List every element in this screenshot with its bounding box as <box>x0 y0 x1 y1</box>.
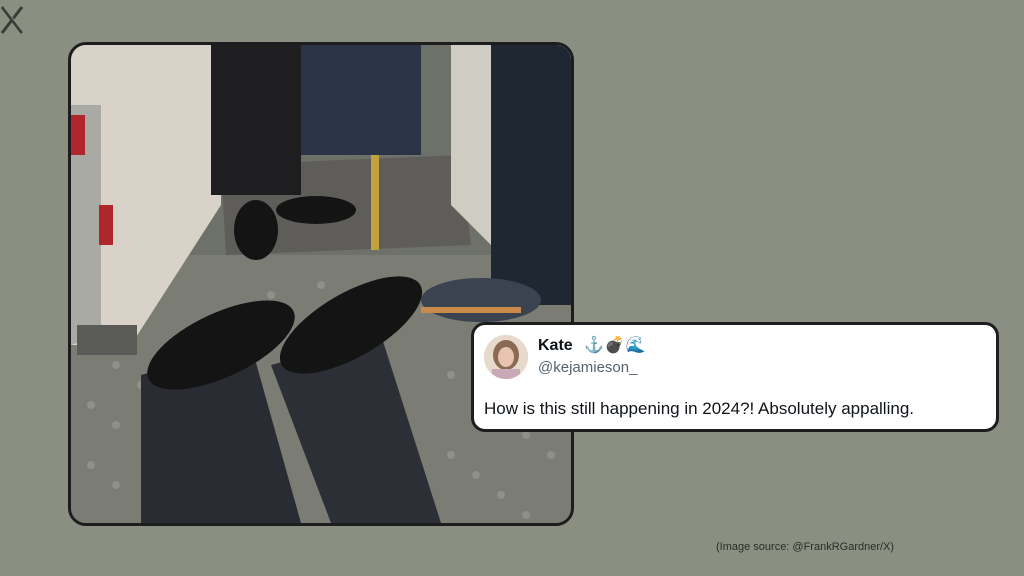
cabin-floor-photo <box>68 42 574 526</box>
x-logo-icon <box>0 4 28 36</box>
image-source-caption: (Image source: @FrankRGardner/X) <box>716 541 895 553</box>
avatar-icon[interactable] <box>484 335 528 379</box>
author-emoji: ⚓💣🌊 <box>584 337 647 354</box>
tweet-text: How is this still happening in 2024?! Ab… <box>484 399 914 418</box>
author-name[interactable]: Kate <box>538 337 573 355</box>
tweet-card[interactable]: Kate ⚓💣🌊 @kejamieson_ How is this still … <box>471 322 999 432</box>
author-handle[interactable]: @kejamieson_ <box>538 359 637 376</box>
